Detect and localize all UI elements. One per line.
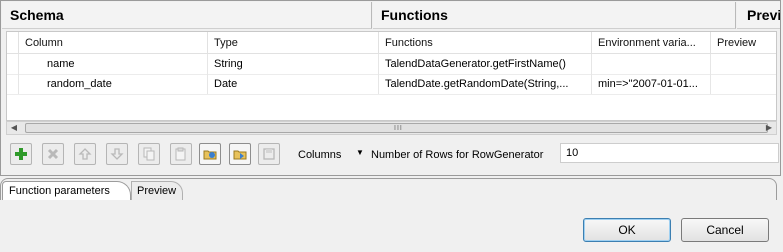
bottom-tabbar: Function parameters Preview bbox=[0, 178, 777, 200]
import-icon bbox=[203, 150, 217, 160]
cell-type[interactable]: Date bbox=[208, 74, 379, 94]
move-up-button[interactable] bbox=[74, 143, 96, 165]
rows-count-label: Number of Rows for RowGenerator bbox=[371, 149, 544, 161]
cell-function[interactable]: TalendDate.getRandomDate(String,... bbox=[379, 74, 592, 94]
table-header: Column Type Functions Environment varia.… bbox=[7, 32, 776, 54]
copy-button[interactable] bbox=[138, 143, 160, 165]
cell-function[interactable]: TalendDataGenerator.getFirstName() bbox=[379, 54, 592, 74]
move-down-icon bbox=[110, 148, 124, 160]
row-selector[interactable] bbox=[7, 54, 19, 74]
save-icon bbox=[263, 148, 275, 160]
tab-preview[interactable]: Preview bbox=[131, 181, 183, 200]
column-header-type[interactable]: Type bbox=[208, 32, 379, 53]
scrollbar-thumb[interactable]: III bbox=[25, 123, 768, 133]
preview-header: Previe bbox=[737, 2, 780, 29]
copy-icon bbox=[143, 147, 155, 161]
cell-preview[interactable] bbox=[711, 74, 776, 94]
cell-column[interactable]: name bbox=[19, 54, 208, 74]
paste-button[interactable] bbox=[170, 143, 192, 165]
remove-button[interactable] bbox=[42, 143, 64, 165]
chevron-down-icon[interactable]: ▼ bbox=[356, 148, 364, 157]
export-button[interactable] bbox=[229, 143, 251, 165]
column-header-environment[interactable]: Environment varia... bbox=[592, 32, 711, 53]
columns-menu-label[interactable]: Columns bbox=[298, 146, 341, 164]
import-button[interactable] bbox=[199, 143, 221, 165]
cancel-button[interactable]: Cancel bbox=[681, 218, 769, 242]
export-icon bbox=[233, 150, 247, 160]
schema-header: Schema bbox=[2, 2, 372, 29]
column-header-preview[interactable]: Preview bbox=[711, 32, 776, 53]
add-icon bbox=[15, 148, 27, 160]
table-row[interactable]: random_date Date TalendDate.getRandomDat… bbox=[7, 74, 776, 95]
scroll-right-icon[interactable]: ▶ bbox=[762, 122, 776, 134]
column-header-functions[interactable]: Functions bbox=[379, 32, 592, 53]
scroll-left-icon[interactable]: ◀ bbox=[7, 122, 21, 134]
remove-icon bbox=[47, 148, 59, 160]
cell-column[interactable]: random_date bbox=[19, 74, 208, 94]
add-button[interactable] bbox=[10, 143, 32, 165]
ok-button[interactable]: OK bbox=[583, 218, 671, 242]
functions-header: Functions bbox=[373, 2, 736, 29]
row-selector-header bbox=[7, 32, 19, 53]
move-down-button[interactable] bbox=[106, 143, 128, 165]
column-header-column[interactable]: Column bbox=[19, 32, 208, 53]
table-row[interactable]: name String TalendDataGenerator.getFirst… bbox=[7, 54, 776, 75]
row-selector[interactable] bbox=[7, 74, 19, 94]
tab-function-parameters[interactable]: Function parameters bbox=[2, 181, 131, 200]
scrollbar-grip: III bbox=[394, 125, 403, 132]
rows-count-input[interactable]: 10 bbox=[560, 143, 779, 163]
horizontal-scrollbar[interactable]: ◀ III ▶ bbox=[6, 121, 777, 135]
save-button[interactable] bbox=[258, 143, 280, 165]
schema-table: Column Type Functions Environment varia.… bbox=[6, 31, 777, 121]
move-up-icon bbox=[78, 148, 92, 160]
cell-environment[interactable]: min=>"2007-01-01... bbox=[592, 74, 711, 94]
schema-panel: Schema Functions Previe Column Type Func… bbox=[0, 0, 781, 176]
cell-preview[interactable] bbox=[711, 54, 776, 74]
schema-toolbar: Columns ▼ Number of Rows for RowGenerato… bbox=[10, 143, 779, 167]
paste-icon bbox=[175, 147, 186, 161]
cell-type[interactable]: String bbox=[208, 54, 379, 74]
cell-environment[interactable] bbox=[592, 54, 711, 74]
